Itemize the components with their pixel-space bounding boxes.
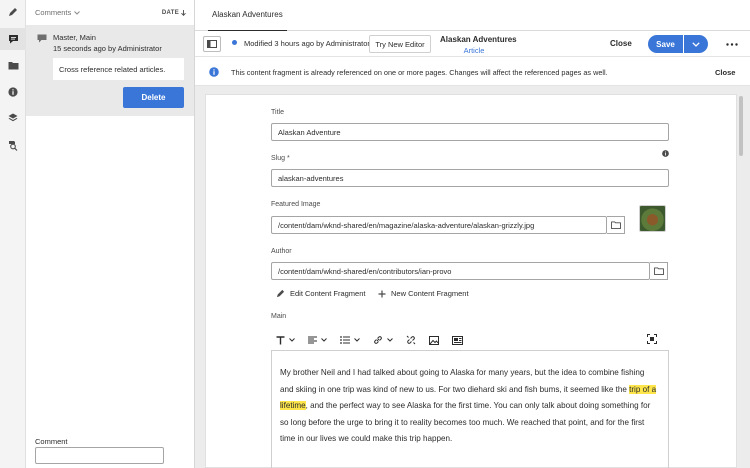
scrollbar[interactable] bbox=[739, 96, 743, 156]
rich-text-toolbar bbox=[276, 333, 476, 347]
save-button[interactable]: Save bbox=[648, 35, 683, 53]
comments-panel-header: Comments DATE bbox=[26, 0, 194, 26]
title-field[interactable]: Alaskan Adventure bbox=[271, 123, 669, 141]
chevron-down-icon bbox=[692, 41, 700, 47]
featured-image-label: Featured Image bbox=[271, 201, 321, 208]
folder-icon[interactable] bbox=[7, 59, 19, 71]
info-icon[interactable] bbox=[7, 86, 19, 98]
text-format-icon bbox=[276, 335, 285, 344]
tab-alaskan-adventures[interactable]: Alaskan Adventures bbox=[208, 0, 287, 32]
sort-arrow-down-icon bbox=[181, 9, 186, 16]
chevron-down-icon bbox=[321, 338, 327, 342]
comment-input-label: Comment bbox=[35, 437, 68, 446]
link-icon bbox=[374, 336, 382, 344]
reference-warning-banner: This content fragment is already referen… bbox=[195, 57, 750, 86]
insert-content-icon bbox=[452, 335, 463, 345]
pencil-icon[interactable] bbox=[7, 6, 19, 18]
banner-close-button[interactable]: Close bbox=[715, 68, 735, 77]
comment-icon[interactable] bbox=[0, 28, 26, 50]
save-options-button[interactable] bbox=[684, 35, 708, 53]
comments-dropdown[interactable]: Comments bbox=[35, 8, 81, 17]
link-dropdown[interactable] bbox=[373, 335, 393, 345]
align-left-icon bbox=[308, 336, 317, 344]
folder-icon bbox=[610, 221, 621, 229]
fragment-form: Title Alaskan Adventure Slug * alaskan-a… bbox=[205, 94, 737, 468]
main-label: Main bbox=[271, 313, 287, 320]
author-browse-button[interactable] bbox=[650, 262, 668, 280]
plus-icon bbox=[378, 290, 386, 297]
list-dropdown[interactable] bbox=[340, 336, 360, 344]
left-rail bbox=[0, 0, 26, 468]
comments-panel: Comments DATE Master, Main 15 seconds ag… bbox=[26, 0, 195, 468]
comment-card[interactable]: Master, Main 15 seconds ago by Administr… bbox=[26, 26, 194, 116]
edit-content-fragment-button[interactable]: Edit Content Fragment bbox=[276, 289, 365, 298]
folder-icon bbox=[653, 267, 664, 275]
featured-image-field[interactable]: /content/dam/wknd-shared/en/magazine/ala… bbox=[271, 216, 607, 234]
delete-button[interactable]: Delete bbox=[123, 87, 184, 108]
author-field[interactable]: /content/dam/wknd-shared/en/contributors… bbox=[271, 262, 650, 280]
featured-image-browse-button[interactable] bbox=[607, 216, 625, 234]
modified-status-dot bbox=[232, 40, 237, 45]
chevron-down-icon bbox=[387, 338, 393, 342]
main-text-part-2: , and the perfect way to see Alaska for … bbox=[280, 401, 651, 443]
side-panel-icon bbox=[207, 40, 217, 48]
modified-status: Modified 3 hours ago by Administrator bbox=[244, 39, 370, 48]
unlink-button[interactable] bbox=[406, 335, 416, 345]
comment-text: Cross reference related articles. bbox=[53, 58, 184, 80]
new-content-fragment-button[interactable]: New Content Fragment bbox=[378, 289, 469, 298]
more-options-button[interactable] bbox=[723, 37, 741, 51]
slug-info-icon[interactable] bbox=[662, 150, 669, 159]
info-icon bbox=[209, 67, 219, 79]
ellipsis-icon bbox=[726, 42, 738, 46]
featured-image-thumbnail[interactable] bbox=[639, 205, 666, 232]
list-icon bbox=[340, 336, 350, 344]
justify-dropdown[interactable] bbox=[308, 336, 327, 344]
author-label: Author bbox=[271, 248, 292, 255]
sort-by-date[interactable]: DATE bbox=[162, 9, 186, 16]
chevron-down-icon bbox=[74, 10, 81, 15]
toggle-side-panel-button[interactable] bbox=[203, 36, 221, 52]
close-button[interactable]: Close bbox=[610, 39, 632, 48]
comment-meta: Master, Main 15 seconds ago by Administr… bbox=[53, 32, 162, 54]
fragment-title: Alaskan Adventures bbox=[440, 35, 517, 44]
try-new-editor-button[interactable]: Try New Editor bbox=[369, 35, 431, 53]
slug-field[interactable]: alaskan-adventures bbox=[271, 169, 669, 187]
main-rich-text-editor[interactable]: My brother Neil and I had talked about g… bbox=[271, 350, 669, 468]
editor-area: Title Alaskan Adventure Slug * alaskan-a… bbox=[195, 86, 750, 468]
unlink-icon bbox=[406, 335, 416, 345]
editor-toolbar: Modified 3 hours ago by Administrator Tr… bbox=[195, 31, 750, 57]
insert-asset-button[interactable] bbox=[429, 335, 439, 345]
comment-input[interactable] bbox=[35, 447, 164, 464]
insert-fragment-button[interactable] bbox=[452, 335, 463, 345]
slug-label: Slug * bbox=[271, 155, 290, 162]
comment-icon bbox=[37, 34, 47, 45]
chevron-down-icon bbox=[354, 338, 360, 342]
layers-icon[interactable] bbox=[7, 112, 19, 124]
references-search-icon[interactable] bbox=[7, 139, 19, 151]
fullscreen-button[interactable] bbox=[647, 334, 657, 346]
chevron-down-icon bbox=[289, 338, 295, 342]
comment-variations: Master, Main bbox=[53, 33, 96, 42]
main-text-part-1: My brother Neil and I had talked about g… bbox=[280, 368, 645, 394]
text-format-dropdown[interactable] bbox=[276, 335, 295, 345]
pencil-icon bbox=[276, 289, 285, 298]
title-label: Title bbox=[271, 109, 284, 116]
image-icon bbox=[429, 335, 439, 345]
banner-message: This content fragment is already referen… bbox=[231, 68, 608, 77]
fragment-model-link[interactable]: Article bbox=[440, 46, 508, 55]
tab-bar: Alaskan Adventures bbox=[195, 0, 750, 32]
fullscreen-icon bbox=[647, 334, 657, 344]
comment-timestamp: 15 seconds ago by Administrator bbox=[53, 44, 162, 53]
